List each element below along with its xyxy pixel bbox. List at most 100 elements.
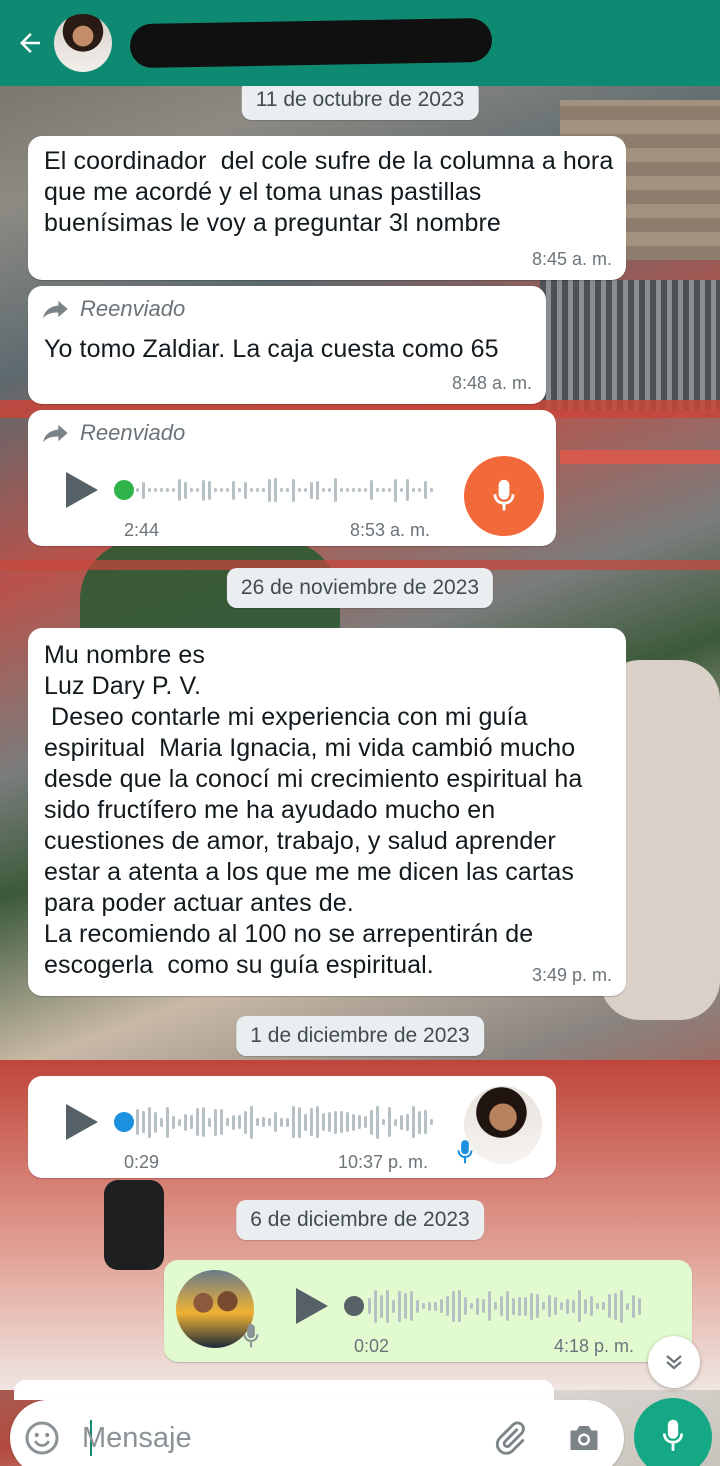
waveform-bar — [142, 1111, 145, 1133]
waveform-bar — [434, 1301, 437, 1311]
forwarded-text-message[interactable]: Reenviado Yo tomo Zaldiar. La caja cuest… — [28, 286, 546, 404]
waveform-bar — [500, 1296, 503, 1316]
incoming-text-message[interactable]: El coordinador del cole sufre de la colu… — [28, 136, 626, 280]
waveform-bar — [262, 1117, 265, 1127]
camera-icon[interactable] — [566, 1422, 602, 1454]
waveform-bar — [382, 488, 385, 492]
message-time: 10:37 p. m. — [338, 1152, 429, 1172]
waveform-bar — [190, 488, 193, 492]
waveform-bar — [482, 1299, 485, 1313]
waveform-bar — [286, 488, 289, 492]
waveform-bar — [226, 488, 229, 492]
voice-waveform[interactable] — [136, 1102, 433, 1142]
waveform-bar — [160, 488, 163, 492]
voice-duration: 0:02 — [354, 1336, 390, 1356]
message-text: Mu nombre es Luz Dary P. V. Deseo contar… — [44, 641, 583, 979]
waveform-bar — [190, 1115, 193, 1129]
waveform-bar — [596, 1303, 599, 1309]
message-composer[interactable]: Mensaje — [10, 1400, 624, 1466]
waveform-bar — [416, 1299, 419, 1313]
waveform-bar — [398, 1290, 401, 1322]
waveform-bar — [506, 1291, 509, 1321]
attach-icon[interactable] — [492, 1420, 528, 1456]
waveform-bar — [626, 1302, 629, 1310]
back-arrow-icon[interactable] — [8, 21, 52, 65]
voice-waveform[interactable] — [136, 470, 433, 510]
waveform-bar — [488, 1291, 491, 1321]
outgoing-voice-message[interactable]: 0:02 4:18 p. m. — [164, 1260, 692, 1362]
waveform-bar — [268, 1118, 271, 1126]
play-icon[interactable] — [60, 1102, 100, 1142]
waveform-bar — [374, 1289, 377, 1323]
forwarded-voice-message[interactable]: Reenviado 2:44 8:53 a. m. — [28, 410, 556, 546]
message-input[interactable]: Mensaje — [82, 1422, 192, 1455]
sender-avatar — [464, 1086, 542, 1164]
waveform-bar — [572, 1299, 575, 1313]
message-text: Yo tomo Zaldiar. La caja cuesta como 65 — [44, 335, 499, 363]
waveform-bar — [250, 1105, 253, 1139]
waveform-bar — [560, 1302, 563, 1310]
waveform-bar — [394, 1118, 397, 1126]
mic-icon — [457, 1140, 473, 1164]
voice-record-button[interactable] — [634, 1398, 712, 1466]
incoming-text-message[interactable]: Mu nombre es Luz Dary P. V. Deseo contar… — [28, 628, 626, 996]
waveform-bar — [274, 478, 277, 502]
waveform-bar — [608, 1294, 611, 1318]
waveform-bar — [244, 481, 247, 499]
waveform-bar — [328, 1112, 331, 1132]
waveform-bar — [226, 1118, 229, 1126]
emoji-icon[interactable] — [24, 1420, 60, 1456]
progress-dot[interactable] — [344, 1296, 364, 1316]
waveform-bar — [280, 488, 283, 492]
waveform-bar — [208, 1117, 211, 1127]
waveform-bar — [602, 1302, 605, 1310]
waveform-bar — [238, 488, 241, 492]
waveform-bar — [418, 1110, 421, 1134]
waveform-bar — [518, 1296, 521, 1316]
waveform-bar — [292, 1106, 295, 1138]
waveform-bar — [440, 1299, 443, 1313]
waveform-bar — [524, 1296, 527, 1316]
waveform-bar — [388, 488, 391, 492]
waveform-bar — [458, 1290, 461, 1322]
waveform-bar — [340, 1111, 343, 1133]
waveform-bar — [476, 1297, 479, 1315]
voice-duration: 0:29 — [124, 1152, 160, 1172]
waveform-bar — [424, 481, 427, 499]
waveform-bar — [172, 488, 175, 492]
play-icon[interactable] — [60, 470, 100, 510]
waveform-bar — [322, 488, 325, 492]
waveform-bar — [422, 1303, 425, 1309]
waveform-bar — [322, 1113, 325, 1131]
waveform-bar — [566, 1298, 569, 1314]
waveform-bar — [340, 488, 343, 492]
scroll-to-bottom-button[interactable] — [648, 1336, 700, 1388]
waveform-bar — [178, 1118, 181, 1126]
forwarded-label: Reenviado — [42, 420, 185, 446]
waveform-bar — [154, 488, 157, 492]
waveform-bar — [382, 1119, 385, 1125]
waveform-bar — [178, 479, 181, 501]
waveform-bar — [614, 1292, 617, 1320]
waveform-bar — [196, 488, 199, 492]
waveform-bar — [316, 1106, 319, 1138]
waveform-bar — [542, 1302, 545, 1310]
waveform-bar — [494, 1302, 497, 1310]
contact-avatar[interactable] — [54, 14, 112, 72]
waveform-bar — [412, 488, 415, 492]
waveform-bar — [154, 1111, 157, 1133]
forwarded-label: Reenviado — [42, 296, 185, 322]
waveform-bar — [160, 1117, 163, 1127]
progress-dot[interactable] — [114, 480, 134, 500]
progress-dot[interactable] — [114, 1112, 134, 1132]
incoming-voice-message[interactable]: 0:29 10:37 p. m. — [28, 1076, 556, 1178]
play-icon[interactable] — [290, 1286, 330, 1326]
voice-waveform[interactable] — [368, 1286, 641, 1326]
redacted-contact-name[interactable] — [129, 17, 493, 69]
waveform-bar — [142, 481, 145, 499]
waveform-bar — [428, 1301, 431, 1311]
waveform-bar — [292, 478, 295, 502]
waveform-bar — [430, 1119, 433, 1125]
recorded-mic-icon — [464, 456, 544, 536]
waveform-bar — [380, 1294, 383, 1318]
